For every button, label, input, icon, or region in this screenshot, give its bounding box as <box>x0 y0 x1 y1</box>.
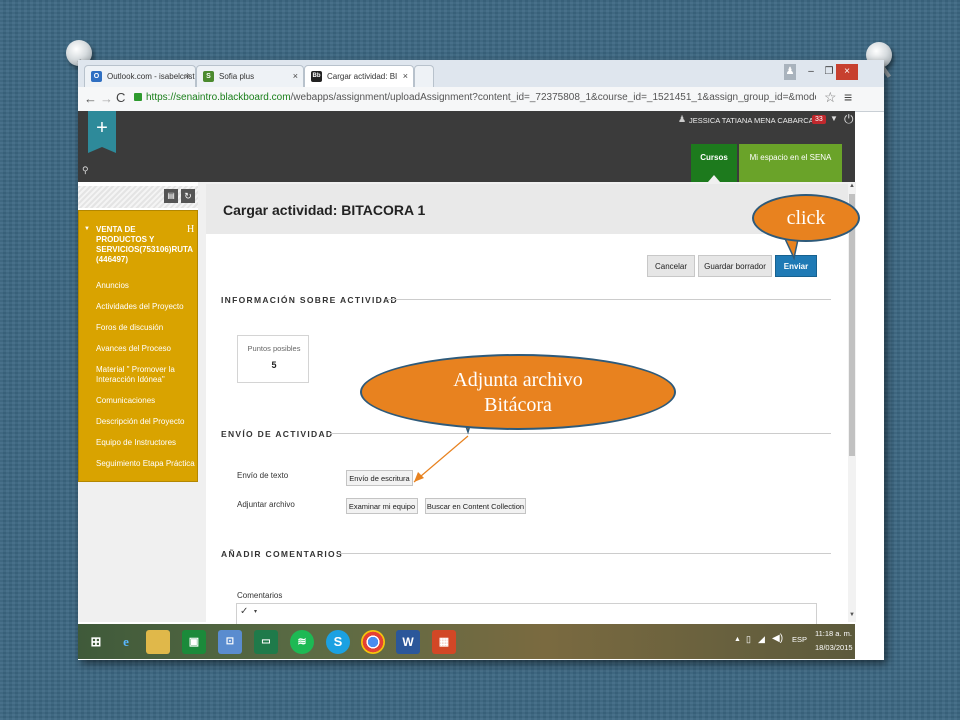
attach-callout: Adjunta archivo Bitácora <box>360 354 676 430</box>
click-callout: click <box>752 194 860 242</box>
attach-callout-line2: Bitácora <box>484 394 552 416</box>
click-callout-text: click <box>786 207 826 229</box>
attach-callout-line1: Adjunta archivo <box>453 369 583 391</box>
attach-arrow-head <box>414 472 424 482</box>
attach-arrow-line <box>413 435 469 483</box>
